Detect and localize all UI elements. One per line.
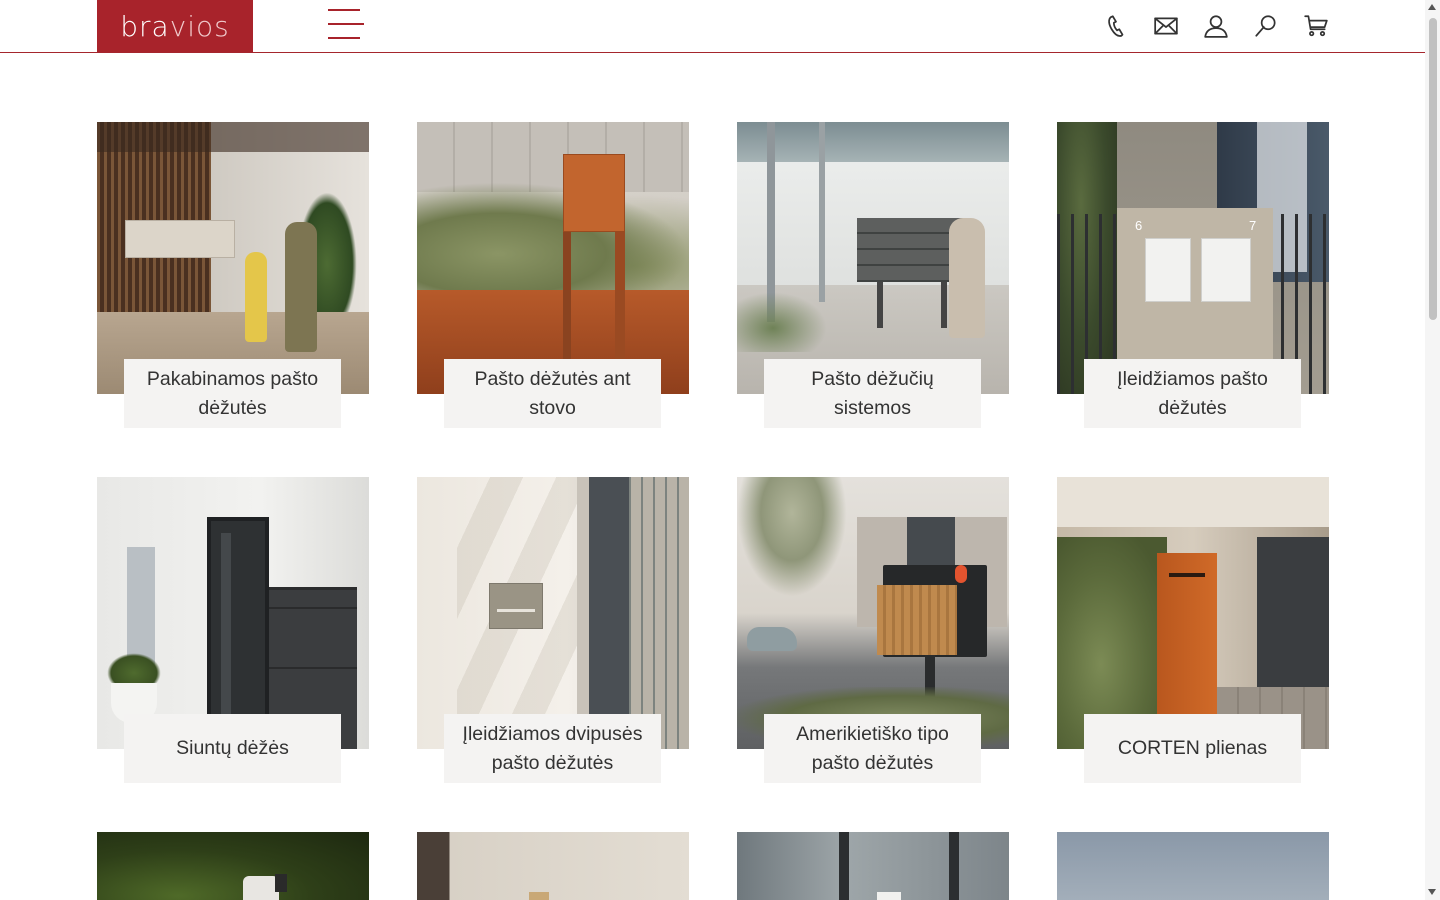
scroll-down-icon[interactable]	[1428, 889, 1436, 895]
category-image	[737, 477, 1009, 749]
category-card[interactable]: 6 7 Įleidžiamos pašto dėžutės	[1057, 122, 1329, 428]
site-header: bra vios	[0, 0, 1425, 53]
category-image	[1057, 832, 1329, 900]
category-card[interactable]: Amerikietiško tipo pašto dėžutės	[737, 477, 1009, 783]
category-image	[97, 832, 369, 900]
search-icon[interactable]	[1252, 12, 1280, 40]
category-card[interactable]: Pakabinamos pašto dėžutės	[97, 122, 369, 428]
category-image	[417, 477, 689, 749]
hamburger-icon[interactable]	[328, 9, 364, 41]
category-label: Pakabinamos pašto dėžutės	[124, 359, 341, 428]
logo-text-light: vios	[169, 9, 230, 43]
category-image	[1057, 477, 1329, 749]
category-image	[97, 477, 369, 749]
category-image	[737, 832, 1009, 900]
category-label: Pašto dėžutės ant stovo	[444, 359, 661, 428]
category-card[interactable]	[417, 832, 689, 900]
scroll-up-icon[interactable]	[1428, 4, 1436, 10]
category-image	[97, 122, 369, 394]
category-label: Įleidžiamos dvipusės pašto dėžutės	[444, 714, 661, 783]
category-image: 6 7	[1057, 122, 1329, 394]
category-image	[417, 122, 689, 394]
category-card[interactable]	[1057, 832, 1329, 900]
page-scrollbar[interactable]	[1425, 0, 1440, 900]
category-card[interactable]: Pašto dėžučių sistemos	[737, 122, 1009, 428]
brand-logo[interactable]: bra vios	[97, 0, 253, 52]
category-image	[737, 122, 1009, 394]
category-card[interactable]: Siuntų dėžės	[97, 477, 369, 783]
category-card[interactable]: Pašto dėžutės ant stovo	[417, 122, 689, 428]
scrollbar-thumb[interactable]	[1429, 18, 1437, 320]
category-card[interactable]: CORTEN plienas	[1057, 477, 1329, 783]
mail-icon[interactable]	[1152, 12, 1180, 40]
category-card[interactable]: Įleidžiamos dvipusės pašto dėžutės	[417, 477, 689, 783]
category-label: Pašto dėžučių sistemos	[764, 359, 981, 428]
logo-text-dark: bra	[120, 9, 170, 43]
category-label: Amerikietiško tipo pašto dėžutės	[764, 714, 981, 783]
category-label: CORTEN plienas	[1084, 714, 1301, 783]
cart-icon[interactable]	[1302, 12, 1330, 40]
user-icon[interactable]	[1202, 12, 1230, 40]
category-card[interactable]	[97, 832, 369, 900]
category-card[interactable]	[737, 832, 1009, 900]
category-label: Siuntų dėžės	[124, 714, 341, 783]
category-image	[417, 832, 689, 900]
phone-icon[interactable]	[1102, 12, 1130, 40]
header-icons	[1102, 12, 1330, 40]
category-label: Įleidžiamos pašto dėžutės	[1084, 359, 1301, 428]
